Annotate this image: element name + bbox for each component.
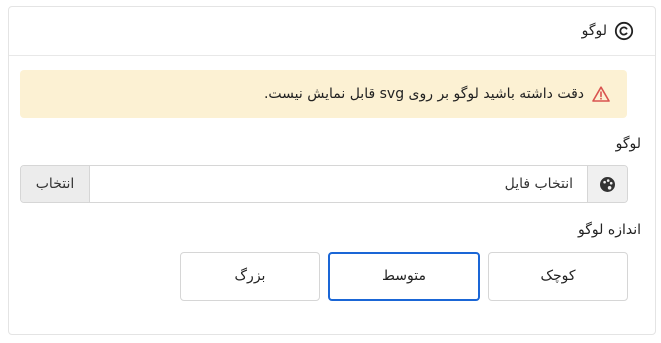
logo-size-label: اندازه لوگو — [578, 222, 641, 238]
copyright-icon — [614, 21, 634, 41]
card-header: لوگو — [9, 7, 655, 56]
card-title: لوگو — [581, 23, 607, 39]
alert-text: دقت داشته باشید لوگو بر روی svg قابل نما… — [263, 86, 584, 102]
choose-file-button[interactable]: انتخاب — [21, 166, 90, 202]
logo-file-input[interactable]: انتخاب فایل انتخاب — [20, 165, 628, 203]
size-option-medium[interactable]: متوسط — [328, 252, 480, 301]
size-option-small[interactable]: کوچک — [488, 252, 628, 301]
warning-triangle-icon — [592, 86, 610, 102]
file-icon-box — [587, 166, 627, 202]
file-placeholder: انتخاب فایل — [504, 176, 573, 192]
size-option-large[interactable]: بزرگ — [180, 252, 320, 301]
svg-warning-alert: دقت داشته باشید لوگو بر روی svg قابل نما… — [20, 70, 627, 118]
logo-label: لوگو — [615, 136, 641, 152]
